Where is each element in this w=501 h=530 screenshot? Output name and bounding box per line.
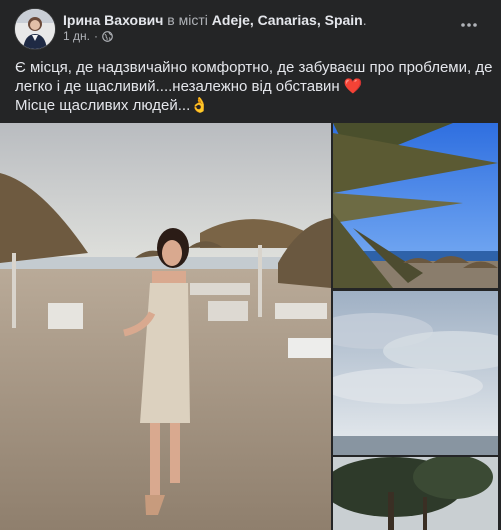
author-name[interactable]: Ірина Вахович: [63, 12, 163, 28]
tree-photo[interactable]: [333, 457, 498, 530]
location-link[interactable]: Adeje, Canarias, Spain: [212, 12, 363, 28]
location-suffix: .: [362, 12, 367, 28]
post-text-line: Є місця, де надзвичайно комфортно, де за…: [15, 59, 493, 76]
beach-woman-photo[interactable]: [0, 123, 331, 530]
globe-icon: [102, 30, 113, 42]
post-text-line: Місце щасливих людей...👌: [15, 97, 209, 114]
post-header: Ірина Вахович в місті Adeje, Canarias, S…: [0, 0, 501, 52]
author-line: Ірина Вахович в місті Adeje, Canarias, S…: [63, 11, 367, 29]
post-timestamp[interactable]: 1 дн.: [63, 29, 90, 43]
post-text: Є місця, де надзвичайно комфортно, де за…: [15, 58, 493, 115]
photo-gallery: [0, 123, 501, 530]
more-options-icon[interactable]: [459, 15, 479, 35]
cloudy-sky-photo[interactable]: [333, 291, 498, 455]
post-text-line: легко і де щасливий....незалежно від обс…: [15, 78, 363, 95]
palm-sky-photo[interactable]: [333, 123, 498, 288]
location-prefix: в місті: [167, 12, 208, 28]
meta-separator: ·: [93, 29, 98, 43]
post-meta: 1 дн. ·: [63, 29, 113, 43]
author-avatar[interactable]: [15, 9, 55, 49]
